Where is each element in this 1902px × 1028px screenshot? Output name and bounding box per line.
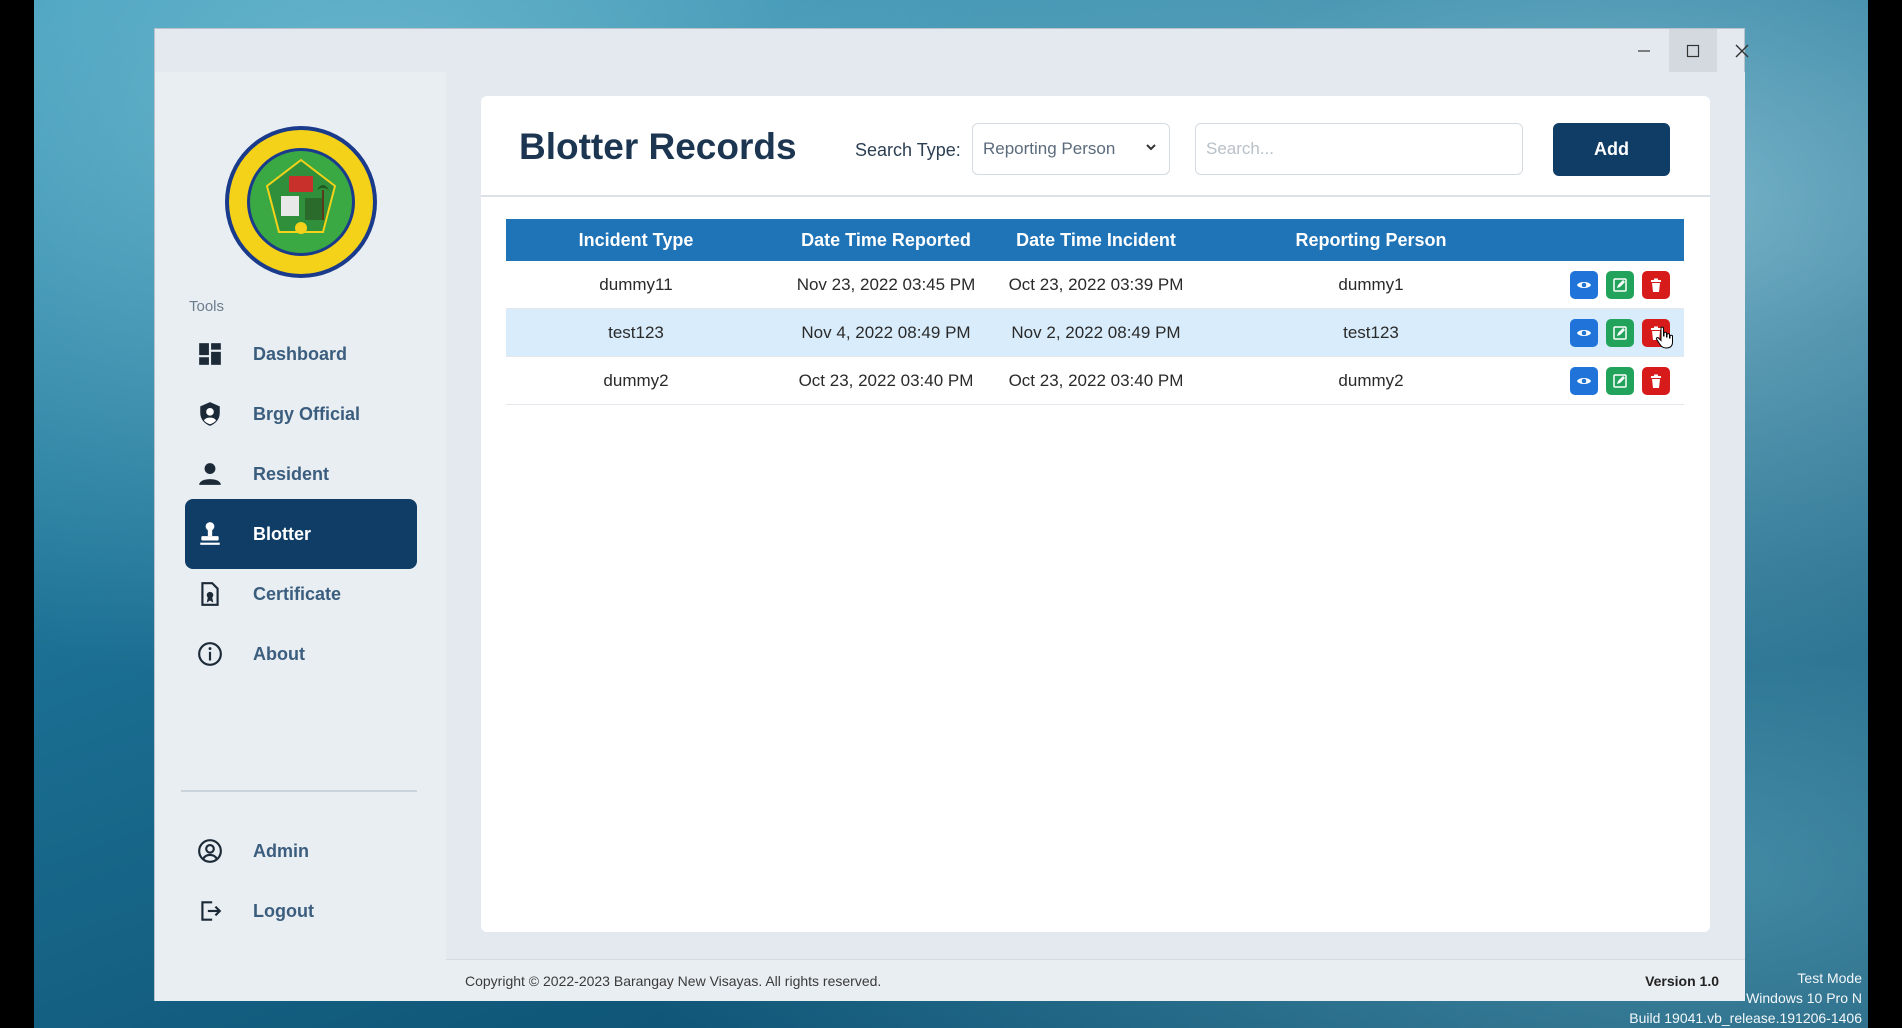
copyright-text: Copyright © 2022-2023 Barangay New Visay…	[465, 973, 882, 989]
cell-incident-type: test123	[608, 322, 664, 342]
watermark-line: Build 19041.vb_release.191206-1406	[1629, 1010, 1862, 1026]
app-window: Tools Dashboard Brgy Official Resident B…	[154, 28, 1749, 1001]
delete-button[interactable]	[1642, 366, 1670, 395]
sidebar-divider	[181, 790, 417, 792]
letterbox-left	[0, 0, 34, 1028]
eye-icon	[1577, 281, 1591, 288]
row-actions	[1556, 270, 1684, 299]
hand-cursor-icon	[1655, 326, 1673, 349]
table-header: Incident Type Date Time Reported Date Ti…	[506, 219, 1684, 261]
cell-date-reported: Oct 23, 2022 03:40 PM	[798, 370, 974, 390]
sidebar-item-label: Certificate	[253, 583, 342, 604]
chevron-down-icon	[1145, 140, 1157, 156]
footer: Copyright © 2022-2023 Barangay New Visay…	[446, 959, 1745, 1001]
add-button[interactable]: Add	[1553, 123, 1670, 176]
edit-button[interactable]	[1606, 318, 1634, 347]
trash-icon	[1651, 374, 1661, 388]
cell-date-incident: Nov 2, 2022 08:49 PM	[1011, 322, 1181, 342]
sidebar-item-label: Dashboard	[253, 343, 348, 364]
search-type-select[interactable]: Reporting Person	[972, 123, 1170, 175]
search-type-label: Search Type:	[855, 140, 961, 160]
trash-icon	[1651, 278, 1661, 292]
edit-button[interactable]	[1606, 366, 1634, 395]
maximize-icon[interactable]	[1669, 29, 1717, 72]
sidebar: Tools Dashboard Brgy Official Resident B…	[155, 72, 446, 1001]
column-header[interactable]: Incident Type	[506, 230, 766, 251]
cell-date-incident: Oct 23, 2022 03:39 PM	[1008, 274, 1184, 294]
column-header[interactable]: Date Time Reported	[766, 230, 1006, 251]
sidebar-item-label: Logout	[253, 900, 314, 921]
cell-incident-type: dummy11	[599, 274, 673, 294]
page-title: Blotter Records	[519, 126, 797, 167]
windows-test-mode-watermark: Test Mode Windows 10 Pro N Build 19041.v…	[1629, 968, 1862, 1028]
cell-date-incident: Oct 23, 2022 03:40 PM	[1008, 370, 1184, 390]
column-header[interactable]: Date Time Incident	[1006, 230, 1186, 251]
info-icon	[197, 641, 223, 667]
main-content: Blotter Records Search Type: Reporting P…	[446, 72, 1745, 1001]
edit-icon	[1613, 373, 1627, 388]
tools-section-label: Tools	[189, 298, 225, 315]
sidebar-item-label: About	[253, 643, 305, 664]
logout-icon	[197, 898, 223, 924]
shield-user-icon	[197, 401, 223, 427]
blotter-card: Blotter Records Search Type: Reporting P…	[481, 96, 1710, 932]
title-bar[interactable]	[155, 29, 1749, 72]
user-circle-icon	[197, 838, 223, 864]
sidebar-item-label: Resident	[253, 463, 330, 484]
eye-icon	[1577, 377, 1591, 384]
person-icon	[197, 461, 223, 487]
cell-reporting-person: dummy1	[1338, 274, 1404, 294]
edit-button[interactable]	[1606, 270, 1634, 299]
cell-incident-type: dummy2	[603, 370, 669, 390]
watermark-line: Test Mode	[1797, 970, 1862, 986]
sidebar-item-logout[interactable]: Logout	[185, 876, 417, 946]
cell-reporting-person: dummy2	[1338, 370, 1404, 390]
header-divider	[481, 195, 1710, 197]
certificate-icon	[197, 581, 223, 607]
cell-reporting-person: test123	[1343, 322, 1399, 342]
watermark-line: Windows 10 Pro N	[1746, 990, 1862, 1006]
blotter-table: Incident Type Date Time Reported Date Ti…	[506, 219, 1684, 405]
sidebar-item-label: Admin	[253, 840, 309, 861]
column-header[interactable]: Reporting Person	[1186, 230, 1556, 251]
search-input[interactable]	[1195, 123, 1523, 175]
table-row[interactable]: dummy2 Oct 23, 2022 03:40 PM Oct 23, 202…	[506, 357, 1684, 405]
edit-icon	[1613, 325, 1627, 340]
dashboard-icon	[197, 341, 223, 367]
cell-date-reported: Nov 4, 2022 08:49 PM	[801, 322, 971, 342]
sidebar-item-label: Brgy Official	[253, 403, 361, 424]
stamp-icon	[197, 521, 223, 547]
letterbox-right	[1868, 0, 1902, 1028]
edit-icon	[1613, 277, 1627, 292]
barangay-seal-logo	[223, 124, 379, 280]
sidebar-item-about[interactable]: About	[185, 619, 417, 689]
view-button[interactable]	[1570, 318, 1598, 347]
delete-button[interactable]	[1642, 270, 1670, 299]
close-icon[interactable]	[1718, 29, 1766, 72]
row-actions	[1556, 366, 1684, 395]
eye-icon	[1577, 329, 1591, 336]
table-row[interactable]: dummy11 Nov 23, 2022 03:45 PM Oct 23, 20…	[506, 261, 1684, 309]
minimize-icon[interactable]	[1620, 29, 1668, 72]
view-button[interactable]	[1570, 366, 1598, 395]
sidebar-item-label: Blotter	[253, 523, 311, 544]
search-type-value: Reporting Person	[983, 139, 1116, 158]
view-button[interactable]	[1570, 270, 1598, 299]
cell-date-reported: Nov 23, 2022 03:45 PM	[796, 274, 976, 294]
table-row[interactable]: test123 Nov 4, 2022 08:49 PM Nov 2, 2022…	[506, 309, 1684, 357]
